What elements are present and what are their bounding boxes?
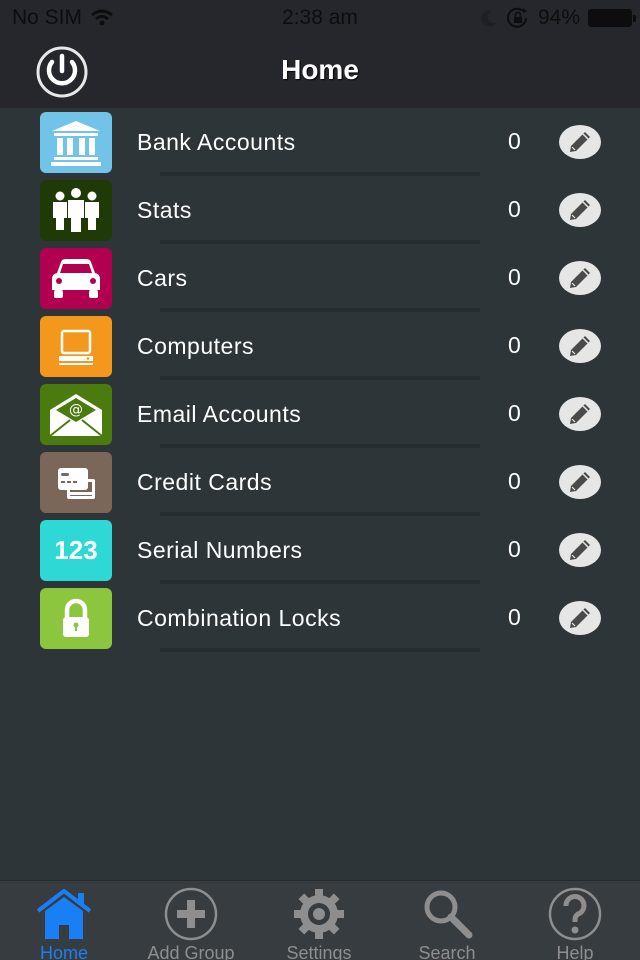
group-label: Credit Cards [137, 469, 273, 495]
add-icon [164, 887, 218, 941]
tab-label: Search [418, 943, 476, 960]
tab-add-group[interactable]: Add Group [127, 881, 255, 960]
group-count: 0 [508, 604, 521, 630]
edit-button[interactable] [559, 125, 601, 159]
page-title: Home [281, 54, 359, 85]
group-label: Cars [137, 265, 188, 291]
group-count: 0 [508, 264, 521, 290]
edit-button[interactable] [559, 329, 601, 363]
edit-button[interactable] [559, 533, 601, 567]
gear-icon [294, 889, 344, 939]
list-item[interactable]: Bank Accounts 0 [0, 108, 640, 176]
status-bar: No SIM 2:38 am 94% [0, 0, 640, 36]
list-item[interactable]: @ Email Accounts 0 [0, 380, 640, 448]
row-separator [160, 648, 480, 652]
home-icon [36, 889, 92, 939]
list-item[interactable]: Combination Locks 0 [0, 584, 640, 652]
serial-number-icon-text: 123 [54, 535, 98, 565]
tab-label: Settings [286, 943, 352, 960]
people-icon [40, 180, 112, 241]
serial-number-icon: 123 [40, 520, 112, 581]
pencil-icon [570, 540, 590, 560]
group-label: Computers [137, 333, 254, 359]
car-icon [40, 248, 112, 309]
group-label: Email Accounts [137, 401, 302, 427]
computer-icon [40, 316, 112, 377]
tab-label: Add Group [147, 943, 235, 960]
group-count: 0 [508, 536, 521, 562]
pencil-icon [570, 268, 590, 288]
tab-search[interactable]: Search [383, 881, 511, 960]
list-item[interactable]: Credit Cards 0 [0, 448, 640, 516]
edit-button[interactable] [559, 261, 601, 295]
group-count: 0 [508, 128, 521, 154]
bank-icon [40, 112, 112, 173]
rotation-lock-icon [507, 7, 527, 28]
edit-button[interactable] [559, 465, 601, 499]
search-icon [424, 890, 473, 939]
tab-settings[interactable]: Settings [255, 881, 383, 960]
group-count: 0 [508, 400, 521, 426]
lock-icon [40, 588, 112, 649]
moon-icon [481, 10, 496, 27]
group-count: 0 [508, 332, 521, 358]
edit-button[interactable] [559, 397, 601, 431]
tab-bar: Home Add Group Settings Search Help [0, 880, 640, 960]
pencil-icon [570, 132, 590, 152]
pencil-icon [570, 472, 590, 492]
group-count: 0 [508, 196, 521, 222]
pencil-icon [570, 200, 590, 220]
list-item[interactable]: Computers 0 [0, 312, 640, 380]
group-label: Serial Numbers [137, 537, 303, 563]
edit-button[interactable] [559, 193, 601, 227]
tab-help[interactable]: Help [511, 881, 639, 960]
group-label: Stats [137, 197, 192, 223]
credit-card-icon [40, 452, 112, 513]
pencil-icon [570, 608, 590, 628]
tab-label: Help [556, 943, 594, 960]
help-icon [548, 887, 602, 941]
list-item[interactable]: Cars 0 [0, 244, 640, 312]
group-count: 0 [508, 468, 521, 494]
group-label: Combination Locks [137, 605, 342, 631]
group-list: Bank Accounts 0 Stats 0 Cars 0 Computers… [0, 108, 640, 652]
pencil-icon [570, 336, 590, 356]
list-item[interactable]: 123 Serial Numbers 0 [0, 516, 640, 584]
list-item[interactable]: Stats 0 [0, 176, 640, 244]
tab-label: Home [39, 943, 88, 960]
group-label: Bank Accounts [137, 129, 296, 155]
pencil-icon [570, 404, 590, 424]
battery-percent: 94% [537, 6, 580, 29]
svg-text:@: @ [69, 402, 83, 418]
edit-button[interactable] [559, 601, 601, 635]
tab-home[interactable]: Home [0, 881, 128, 960]
navigation-bar: Home [0, 36, 640, 108]
battery-icon [588, 9, 636, 27]
email-icon: @ [40, 384, 112, 445]
